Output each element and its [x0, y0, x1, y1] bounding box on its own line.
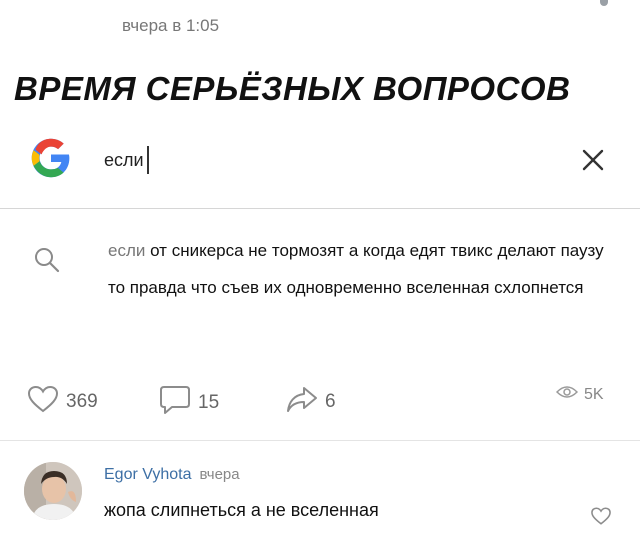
comment-header: Egor Vyhota вчера: [104, 466, 240, 484]
share-arrow-icon: [285, 384, 325, 420]
search-query: если: [104, 149, 144, 170]
views-counter: 5K: [555, 384, 604, 405]
likes-count: 369: [66, 391, 98, 412]
avatar[interactable]: [24, 462, 82, 520]
views-count: 5K: [584, 385, 604, 403]
search-suggestion[interactable]: если от сникерса не тормозят а когда едя…: [108, 232, 623, 306]
search-input[interactable]: если: [104, 146, 149, 174]
share-button[interactable]: 6: [285, 384, 336, 420]
post-timestamp: вчера в 1:05: [122, 16, 220, 35]
more-menu-icon[interactable]: [600, 0, 608, 6]
heart-icon: [591, 507, 611, 525]
close-icon[interactable]: [577, 144, 609, 176]
divider: [0, 208, 640, 209]
shares-count: 6: [325, 391, 336, 412]
suggestion-completion: от сникерса не тормозят а когда едят тви…: [108, 241, 604, 297]
vk-post: вчера в 1:05 ВРЕМЯ СЕРЬЁЗНЫХ ВОПРОСОВ ес…: [0, 0, 640, 535]
like-button[interactable]: 369: [26, 384, 98, 420]
comment-like-button[interactable]: [590, 506, 612, 531]
suggestion-query: если: [108, 241, 146, 260]
comments-count: 15: [198, 392, 220, 413]
meme-title: ВРЕМЯ СЕРЬЁЗНЫХ ВОПРОСОВ: [14, 70, 571, 107]
google-g-icon: [30, 137, 72, 184]
eye-icon: [555, 384, 584, 405]
text-caret: [146, 146, 149, 174]
comment-author-link[interactable]: Egor Vyhota: [104, 466, 191, 484]
search-bar: [0, 130, 640, 208]
comment-text: жопа слипнеться а не вселенная: [104, 500, 379, 520]
comment-button[interactable]: 15: [158, 384, 219, 422]
heart-icon: [26, 384, 66, 420]
comment-bubble-icon: [158, 384, 198, 422]
divider: [0, 440, 640, 441]
post-action-bar: 369 15 6 5K: [0, 384, 640, 424]
comment-time: вчера: [199, 466, 240, 483]
search-icon: [32, 245, 62, 280]
